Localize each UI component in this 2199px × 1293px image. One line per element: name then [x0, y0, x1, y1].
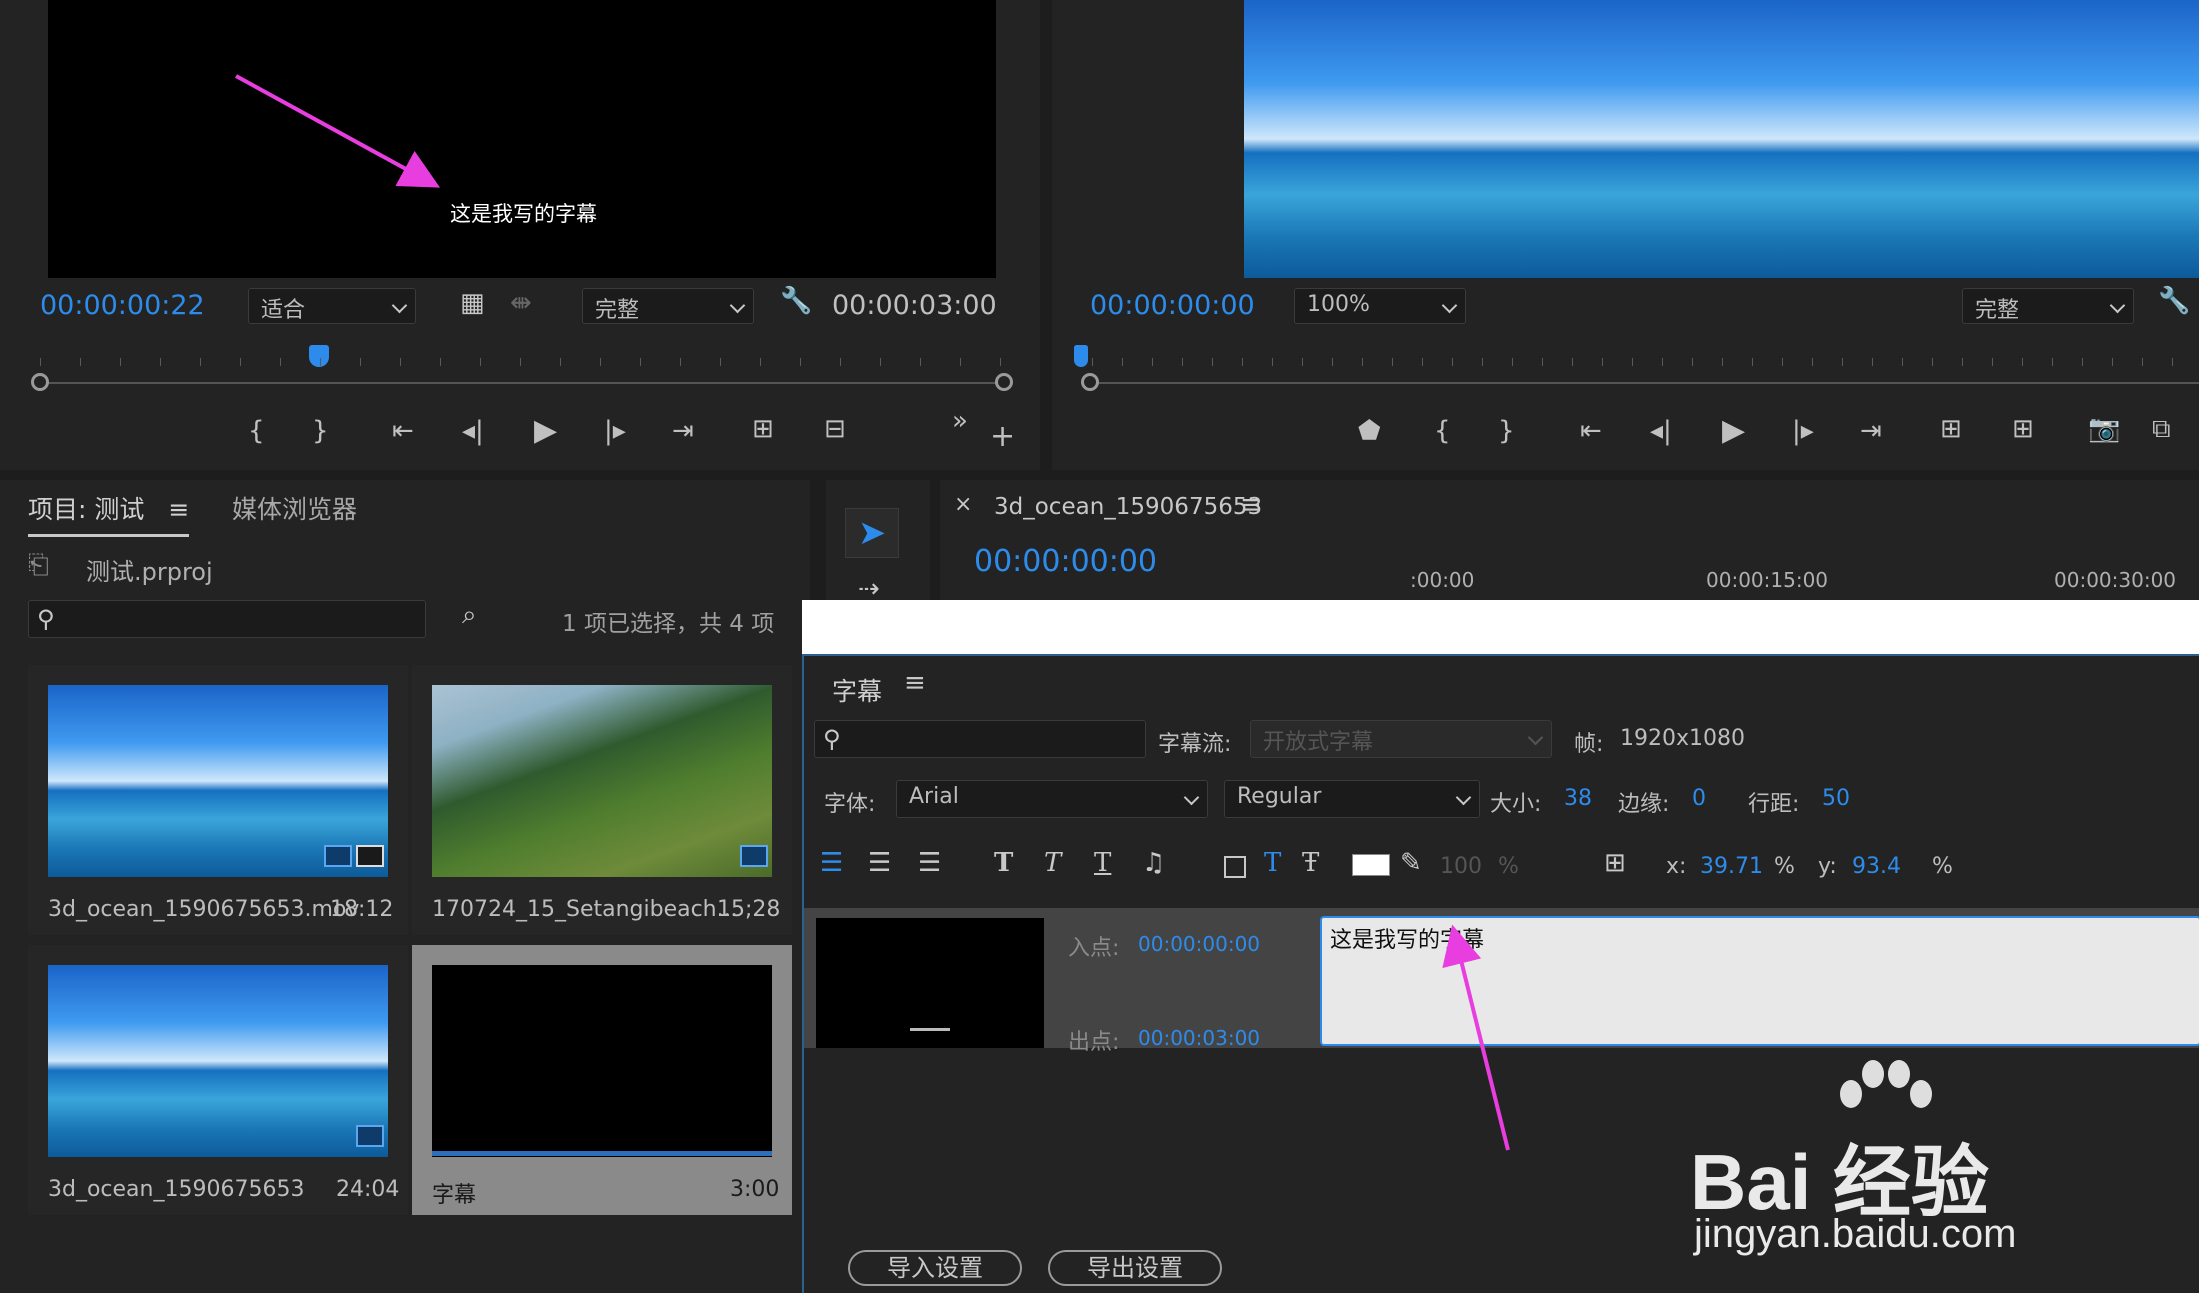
- arrow-to-caption-text: [1442, 924, 1510, 1151]
- annotation-arrows: [235, 74, 1510, 1151]
- arrow-to-source-subtitle: [235, 74, 441, 188]
